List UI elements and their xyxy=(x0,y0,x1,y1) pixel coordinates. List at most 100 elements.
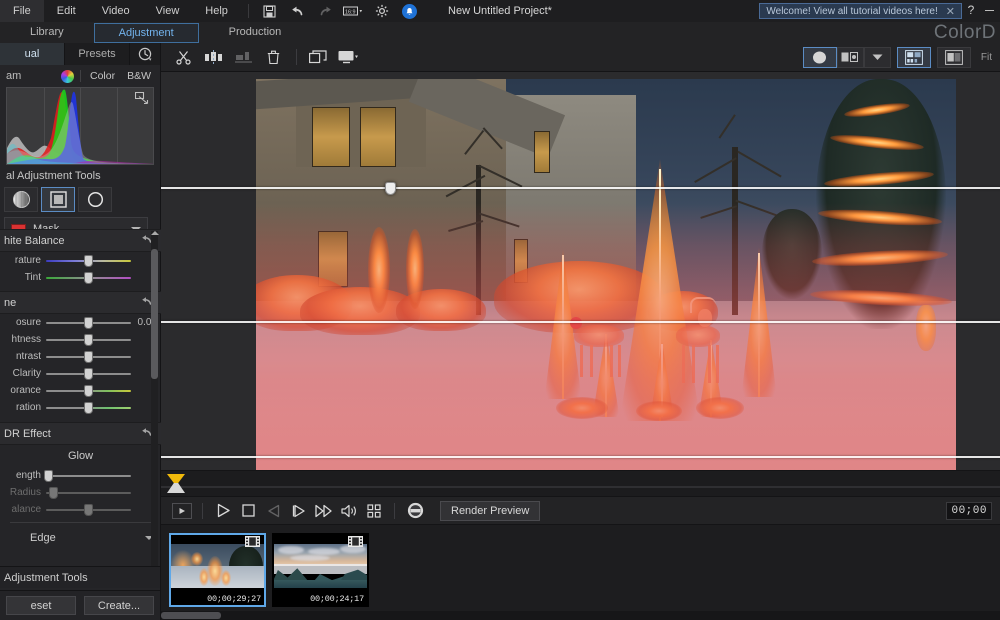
tab-library[interactable]: Library xyxy=(6,23,88,43)
slider-tint[interactable]: Tint 0 xyxy=(0,269,161,286)
display-preview-icon[interactable] xyxy=(334,46,362,68)
slider-contrast[interactable]: ntrast 0 xyxy=(0,348,161,365)
expand-histogram-icon[interactable] xyxy=(134,91,149,108)
aspect-ratio-icon[interactable]: 16:9 xyxy=(343,2,365,20)
close-icon[interactable]: ✕ xyxy=(946,5,955,18)
fast-forward-button[interactable] xyxy=(311,500,336,522)
slider-track-brightness[interactable] xyxy=(46,332,131,347)
timecode-display[interactable]: 00;00 xyxy=(946,501,992,520)
scrollbar-thumb[interactable] xyxy=(151,249,158,379)
view-dropdown-button[interactable] xyxy=(863,46,891,68)
rectangle-mask-mode[interactable] xyxy=(41,187,75,212)
menu-view[interactable]: View xyxy=(143,0,193,22)
slider-track-exposure[interactable] xyxy=(46,315,131,330)
subgroup-edge[interactable]: Edge xyxy=(0,527,161,549)
minimize-window-button[interactable] xyxy=(982,2,996,18)
menu-file[interactable]: File xyxy=(0,0,44,22)
slider-temperature[interactable]: rature 0 xyxy=(0,252,161,269)
slider-label-brightness: htness xyxy=(11,334,41,345)
lit-column-left xyxy=(368,227,390,313)
menu-divider xyxy=(247,4,249,18)
playhead-marker[interactable] xyxy=(167,474,185,494)
stop-button[interactable] xyxy=(236,500,261,522)
save-icon[interactable] xyxy=(259,2,281,20)
slider-track-temperature[interactable] xyxy=(46,253,131,268)
slider-brightness[interactable]: htness 0 xyxy=(0,331,161,348)
gradient-mask-mode[interactable] xyxy=(4,187,38,212)
bw-mode-button[interactable]: B&W xyxy=(124,70,154,82)
group-header-tone: ne xyxy=(0,291,161,314)
mask-guide-middle[interactable] xyxy=(161,321,1000,323)
scrubber-track[interactable] xyxy=(161,486,1000,488)
tab-presets[interactable]: Presets xyxy=(65,43,130,65)
compare-side-by-side-button[interactable] xyxy=(896,46,931,68)
split-clip-icon[interactable] xyxy=(199,46,227,68)
slider-exposure[interactable]: osure 0.00 xyxy=(0,314,161,331)
scroll-up-icon[interactable] xyxy=(150,231,159,235)
panel-scrollbar[interactable] xyxy=(150,231,159,567)
redo-icon xyxy=(315,2,337,20)
timeline-scrubber[interactable] xyxy=(161,470,1000,496)
ground-glow-a xyxy=(556,397,608,419)
slider-glow-strength[interactable]: ength 0 xyxy=(0,467,161,484)
color-wheel-icon[interactable] xyxy=(60,69,74,83)
volume-button[interactable] xyxy=(336,500,361,522)
create-button[interactable]: Create... xyxy=(84,596,154,615)
single-view-button[interactable] xyxy=(802,46,837,68)
welcome-tooltip[interactable]: Welcome! View all tutorial videos here! … xyxy=(759,3,962,19)
reset-button[interactable]: eset xyxy=(6,596,76,615)
split-view-button[interactable] xyxy=(836,46,864,68)
play-button[interactable] xyxy=(211,500,236,522)
app-brand-logo: ColorD xyxy=(933,22,996,43)
slider-track-contrast[interactable] xyxy=(46,349,131,364)
tab-manual[interactable]: ual xyxy=(0,43,65,65)
thumbnail-timecode: 00;00;29;27 xyxy=(207,594,261,604)
slider-track-tint[interactable] xyxy=(46,270,131,285)
preview-canvas[interactable] xyxy=(161,72,1000,470)
slider-label-contrast: ntrast xyxy=(15,351,41,362)
slider-track-clarity[interactable] xyxy=(46,366,131,381)
window-upper-left xyxy=(312,107,350,167)
menu-video[interactable]: Video xyxy=(89,0,143,22)
transport-divider-2 xyxy=(394,502,395,519)
crop-resize-icon[interactable] xyxy=(304,46,332,68)
compare-overlay-button[interactable] xyxy=(936,46,971,68)
slider-track-glow-strength[interactable] xyxy=(44,468,131,483)
preview-toolbar: Fit xyxy=(161,43,1000,72)
preview-image[interactable] xyxy=(256,79,956,470)
tab-production[interactable]: Production xyxy=(205,23,306,43)
ground-glow-c xyxy=(696,397,744,419)
mask-guide-bottom[interactable] xyxy=(161,456,1000,458)
grid-view-button[interactable] xyxy=(361,500,386,522)
clock-history-icon[interactable] xyxy=(130,43,160,65)
slider-clarity[interactable]: Clarity 0 xyxy=(0,365,161,382)
mask-guide-top[interactable] xyxy=(161,182,1000,195)
render-preview-button[interactable]: Render Preview xyxy=(440,500,541,521)
gradient-mask-handle[interactable] xyxy=(384,182,396,195)
notification-bell-icon[interactable] xyxy=(399,2,421,20)
clip-thumbnail-christmas-lights[interactable]: 00;00;29;27 xyxy=(169,533,266,607)
slider-saturation[interactable]: ration 0 xyxy=(0,399,161,416)
help-question-icon[interactable]: ? xyxy=(964,2,978,18)
delete-trash-icon[interactable] xyxy=(259,46,287,68)
next-frame-button[interactable] xyxy=(286,500,311,522)
preview-area-button[interactable] xyxy=(169,500,194,522)
strip-scrollbar-thumb[interactable] xyxy=(161,612,221,619)
menu-help[interactable]: Help xyxy=(192,0,241,22)
ellipse-mask-mode[interactable] xyxy=(78,187,112,212)
tab-adjustment[interactable]: Adjustment xyxy=(93,22,199,43)
slider-track-vibrance[interactable] xyxy=(46,383,131,398)
clip-thumbnail-mountain-lake[interactable]: 00;00;24;17 xyxy=(272,533,369,607)
color-mode-button[interactable]: Color xyxy=(87,70,118,82)
bottom-panel-title: Adjustment Tools xyxy=(0,566,160,588)
histogram-label: am xyxy=(6,70,22,82)
cut-scissors-icon[interactable] xyxy=(169,46,197,68)
slider-vibrance[interactable]: orance 0 xyxy=(0,382,161,399)
slider-track-saturation[interactable] xyxy=(46,400,131,415)
capture-snapshot-button[interactable] xyxy=(403,500,428,522)
zoom-level-label[interactable]: Fit xyxy=(981,52,992,63)
settings-gear-icon[interactable] xyxy=(371,2,393,20)
menu-edit[interactable]: Edit xyxy=(44,0,89,22)
thumbnail-strip-scrollbar[interactable] xyxy=(161,611,1000,620)
undo-icon[interactable] xyxy=(287,2,309,20)
